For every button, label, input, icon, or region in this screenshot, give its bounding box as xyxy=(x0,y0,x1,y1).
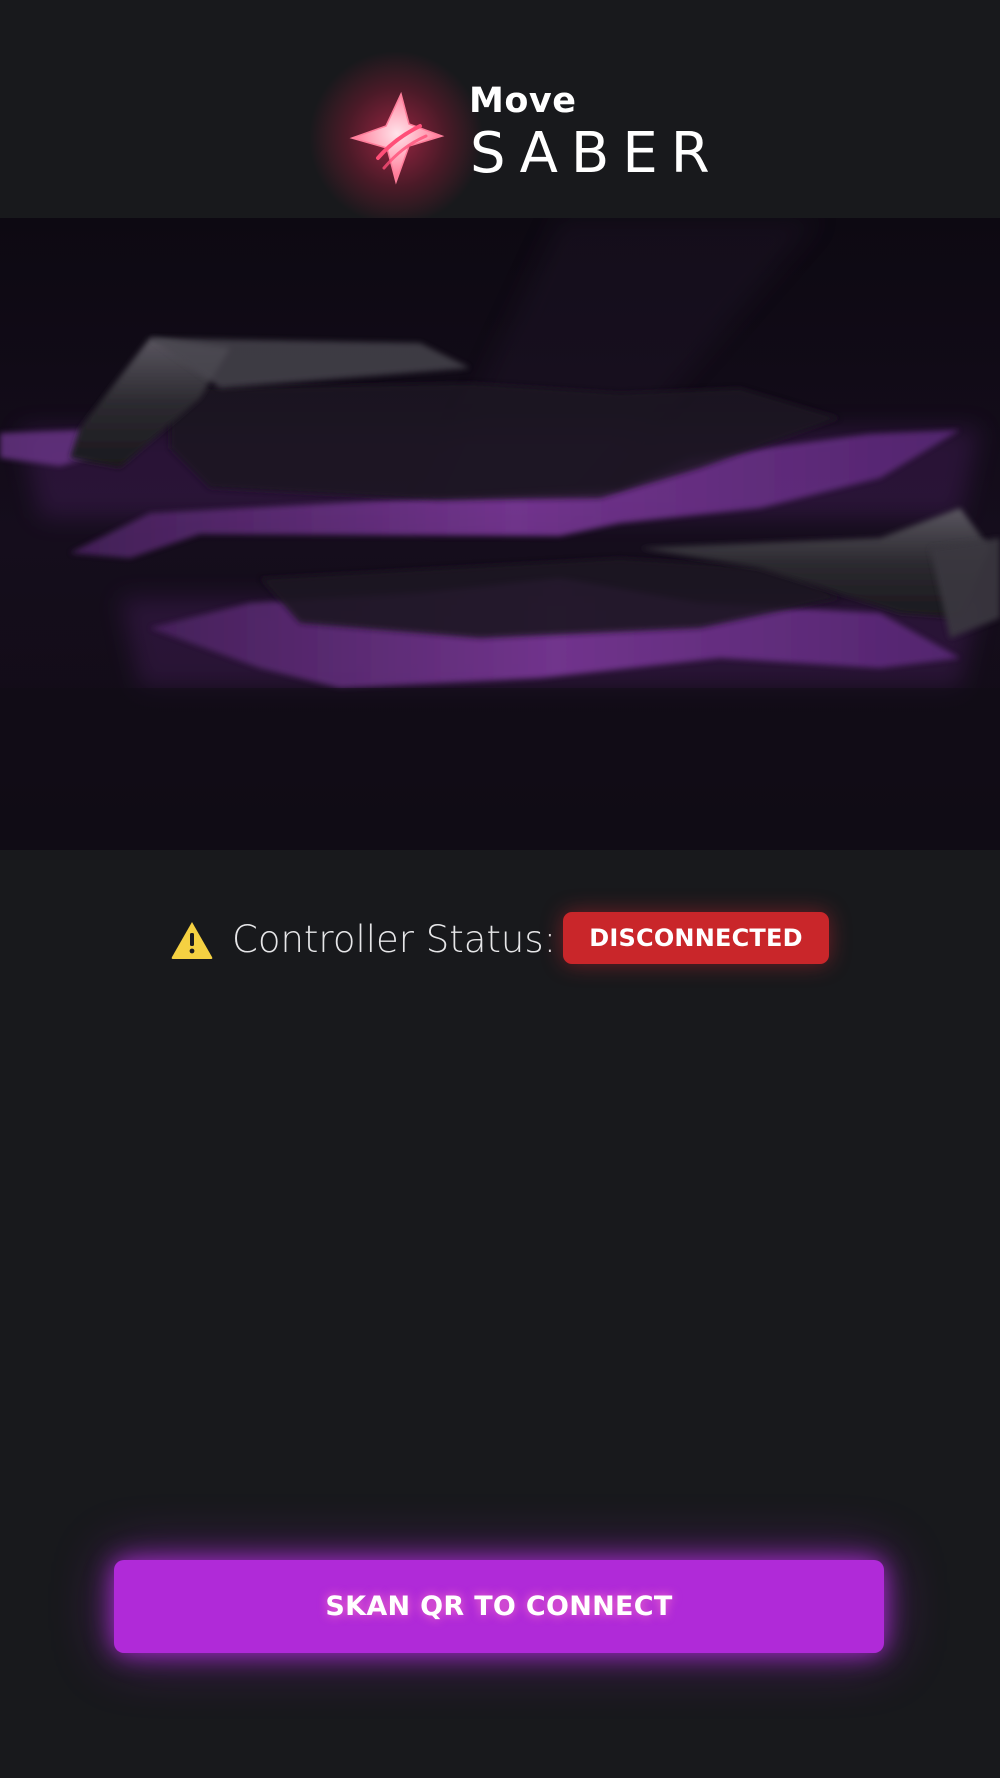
logo-text-move: Move xyxy=(469,81,577,121)
star-logo-shape xyxy=(349,91,445,185)
saber-star-logo-icon xyxy=(308,50,484,226)
logo-text-saber: SABER xyxy=(470,121,723,186)
scan-qr-connect-button[interactable]: SKAN QR TO CONNECT xyxy=(114,1560,884,1653)
crossed-sabers-artwork xyxy=(0,218,1000,850)
app-header: Move SABER xyxy=(0,0,1000,226)
hero-lightsaber-image xyxy=(0,218,1000,850)
warning-icon xyxy=(171,922,213,959)
controller-status-row: Controller Status: DISCONNECTED xyxy=(0,912,1000,968)
status-badge: DISCONNECTED xyxy=(563,912,829,964)
controller-status-label: Controller Status: xyxy=(232,918,557,961)
